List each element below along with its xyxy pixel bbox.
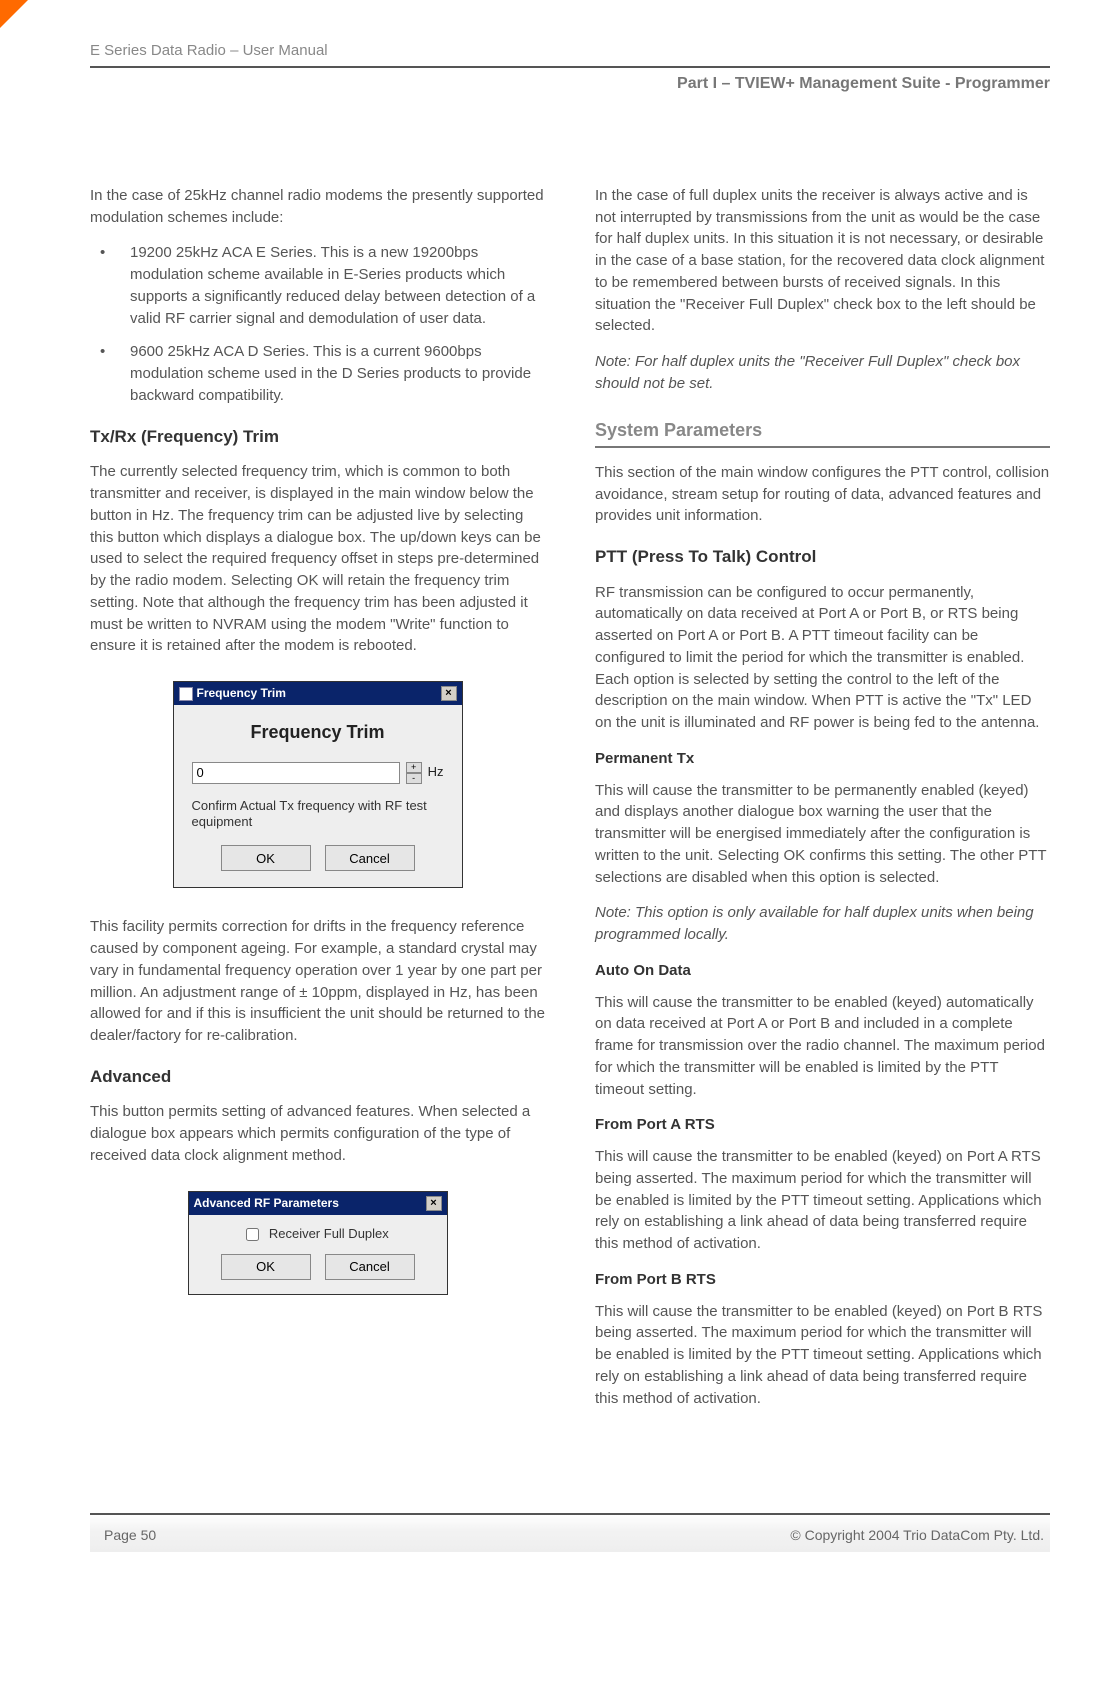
frequency-trim-input[interactable]: [192, 762, 400, 784]
unit-label: Hz: [428, 763, 444, 782]
doc-header-title: E Series Data Radio – User Manual: [90, 40, 1050, 66]
right-column: In the case of full duplex units the rec…: [595, 185, 1050, 1423]
dialog-titlebar[interactable]: Frequency Trim ×: [174, 682, 462, 705]
part-heading: Part I – TVIEW+ Management Suite - Progr…: [90, 72, 1050, 95]
advanced-paragraph: This button permits setting of advanced …: [90, 1101, 545, 1166]
header-rule: [90, 66, 1050, 68]
spin-buttons[interactable]: + -: [406, 762, 422, 784]
modulation-intro: In the case of 25kHz channel radio modem…: [90, 185, 545, 229]
page-number: Page 50: [104, 1525, 156, 1545]
left-column: In the case of 25kHz channel radio modem…: [90, 185, 545, 1423]
close-icon[interactable]: ×: [426, 1196, 442, 1211]
checkbox-label: Receiver Full Duplex: [269, 1226, 389, 1241]
full-duplex-paragraph: In the case of full duplex units the rec…: [595, 185, 1050, 337]
permanent-tx-heading: Permanent Tx: [595, 748, 1050, 770]
spin-down-icon[interactable]: -: [406, 773, 422, 784]
ptt-heading: PTT (Press To Talk) Control: [595, 545, 1050, 570]
cancel-button[interactable]: Cancel: [325, 845, 415, 871]
list-item: 19200 25kHz ACA E Series. This is a new …: [90, 242, 545, 329]
auto-on-data-heading: Auto On Data: [595, 960, 1050, 982]
modulation-list: 19200 25kHz ACA E Series. This is a new …: [90, 242, 545, 406]
txrx-paragraph: The currently selected frequency trim, w…: [90, 461, 545, 657]
port-a-rts-paragraph: This will cause the transmitter to be en…: [595, 1146, 1050, 1255]
port-b-rts-heading: From Port B RTS: [595, 1269, 1050, 1291]
ok-button[interactable]: OK: [221, 1254, 311, 1280]
system-parameters-heading: System Parameters: [595, 417, 1050, 448]
dialog-heading: Frequency Trim: [192, 719, 444, 745]
full-duplex-note: Note: For half duplex units the "Receive…: [595, 351, 1050, 395]
app-icon: [179, 687, 193, 701]
cancel-button[interactable]: Cancel: [325, 1254, 415, 1280]
port-b-rts-paragraph: This will cause the transmitter to be en…: [595, 1301, 1050, 1410]
txrx-heading: Tx/Rx (Frequency) Trim: [90, 425, 545, 450]
ptt-paragraph: RF transmission can be configured to occ…: [595, 582, 1050, 734]
ok-button[interactable]: OK: [221, 845, 311, 871]
advanced-rf-dialog: Advanced RF Parameters × Receiver Full D…: [188, 1191, 448, 1295]
permanent-tx-note: Note: This option is only available for …: [595, 902, 1050, 946]
page-footer: Page 50 © Copyright 2004 Trio DataCom Pt…: [90, 1513, 1050, 1551]
copyright-text: © Copyright 2004 Trio DataCom Pty. Ltd.: [790, 1525, 1044, 1545]
spin-up-icon[interactable]: +: [406, 762, 422, 773]
permanent-tx-paragraph: This will cause the transmitter to be pe…: [595, 780, 1050, 889]
system-parameters-paragraph: This section of the main window configur…: [595, 462, 1050, 527]
dialog-title-text: Frequency Trim: [197, 686, 286, 700]
advanced-heading: Advanced: [90, 1065, 545, 1090]
dialog-titlebar[interactable]: Advanced RF Parameters ×: [189, 1192, 447, 1215]
auto-on-data-paragraph: This will cause the transmitter to be en…: [595, 992, 1050, 1101]
close-icon[interactable]: ×: [441, 686, 457, 701]
receiver-full-duplex-checkbox[interactable]: [246, 1228, 259, 1241]
dialog-title-text: Advanced RF Parameters: [194, 1195, 339, 1212]
frequency-trim-dialog: Frequency Trim × Frequency Trim + - Hz C…: [173, 681, 463, 888]
list-item: 9600 25kHz ACA D Series. This is a curre…: [90, 341, 545, 406]
dialog-hint: Confirm Actual Tx frequency with RF test…: [192, 798, 444, 832]
page-corner-tab: [0, 0, 28, 28]
port-a-rts-heading: From Port A RTS: [595, 1114, 1050, 1136]
drift-paragraph: This facility permits correction for dri…: [90, 916, 545, 1047]
